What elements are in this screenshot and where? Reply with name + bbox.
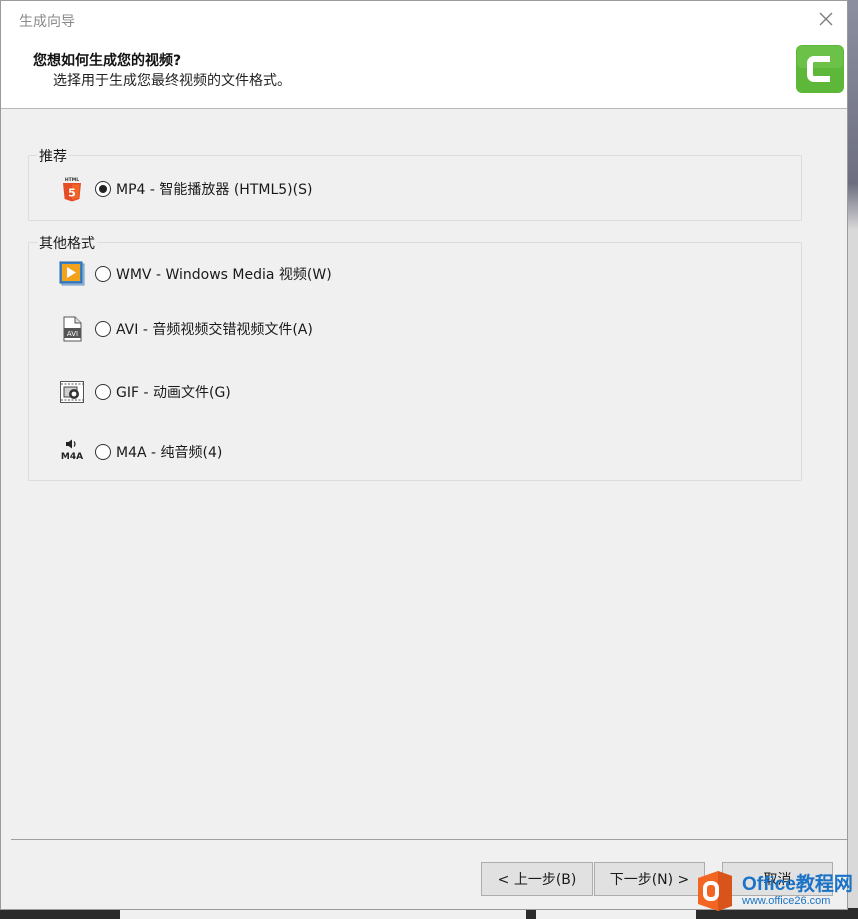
wmv-media-icon bbox=[59, 261, 85, 287]
window-title: 生成向导 bbox=[19, 14, 75, 30]
mp4-label: MP4 - 智能播放器 (HTML5)(S) bbox=[116, 182, 313, 198]
m4a-icon-text: M4A bbox=[61, 452, 83, 462]
back-button[interactable]: < 上一步(B) bbox=[481, 862, 593, 896]
wmv-radio[interactable] bbox=[95, 266, 111, 282]
desktop-background-right bbox=[848, 0, 858, 919]
m4a-label: M4A - 纯音频(4) bbox=[116, 445, 223, 461]
generation-wizard-dialog: 生成向导 您想如何生成您的视频? 选择用于生成您最终视频的文件格式。 推荐 HT… bbox=[0, 0, 848, 910]
option-mp4[interactable]: HTML 5 MP4 - 智能播放器 (HTML5)(S) bbox=[59, 176, 313, 202]
close-icon bbox=[819, 12, 833, 26]
option-avi[interactable]: AVI AVI - 音频视频交错视频文件(A) bbox=[59, 316, 313, 342]
option-gif[interactable]: GIF - 动画文件(G) bbox=[59, 380, 231, 404]
watermark-main-text: Office教程网 bbox=[742, 873, 853, 895]
wizard-header: 您想如何生成您的视频? 选择用于生成您最终视频的文件格式。 bbox=[1, 39, 847, 109]
other-formats-group-label: 其他格式 bbox=[37, 233, 97, 253]
svg-text:HTML: HTML bbox=[65, 177, 79, 183]
camtasia-logo-icon bbox=[796, 45, 844, 93]
header-subtitle: 选择用于生成您最终视频的文件格式。 bbox=[53, 73, 291, 89]
svg-text:5: 5 bbox=[68, 187, 76, 200]
next-button[interactable]: 下一步(N) > bbox=[594, 862, 705, 896]
gif-radio[interactable] bbox=[95, 384, 111, 400]
office26-watermark: Office教程网 www.office26.com bbox=[692, 866, 858, 916]
close-button[interactable] bbox=[817, 11, 835, 29]
avi-radio[interactable] bbox=[95, 321, 111, 337]
footer-divider bbox=[11, 839, 847, 840]
html5-icon: HTML 5 bbox=[59, 176, 85, 202]
gif-animation-icon bbox=[59, 379, 85, 405]
option-m4a[interactable]: M4A M4A - 纯音频(4) bbox=[59, 439, 223, 465]
header-title: 您想如何生成您的视频? bbox=[33, 53, 182, 69]
avi-file-icon: AVI bbox=[59, 316, 85, 342]
wmv-label: WMV - Windows Media 视频(W) bbox=[116, 267, 332, 283]
title-bar: 生成向导 bbox=[1, 1, 847, 39]
avi-icon-text: AVI bbox=[67, 330, 78, 338]
option-wmv[interactable]: WMV - Windows Media 视频(W) bbox=[59, 261, 332, 287]
recommended-group-label: 推荐 bbox=[37, 146, 69, 166]
avi-label: AVI - 音频视频交错视频文件(A) bbox=[116, 322, 313, 338]
gif-label: GIF - 动画文件(G) bbox=[116, 385, 231, 401]
m4a-radio[interactable] bbox=[95, 444, 111, 460]
office-logo-icon bbox=[698, 871, 732, 911]
watermark-sub-text: www.office26.com bbox=[742, 895, 831, 908]
mp4-radio[interactable] bbox=[95, 181, 111, 197]
m4a-audio-icon: M4A bbox=[59, 439, 85, 465]
